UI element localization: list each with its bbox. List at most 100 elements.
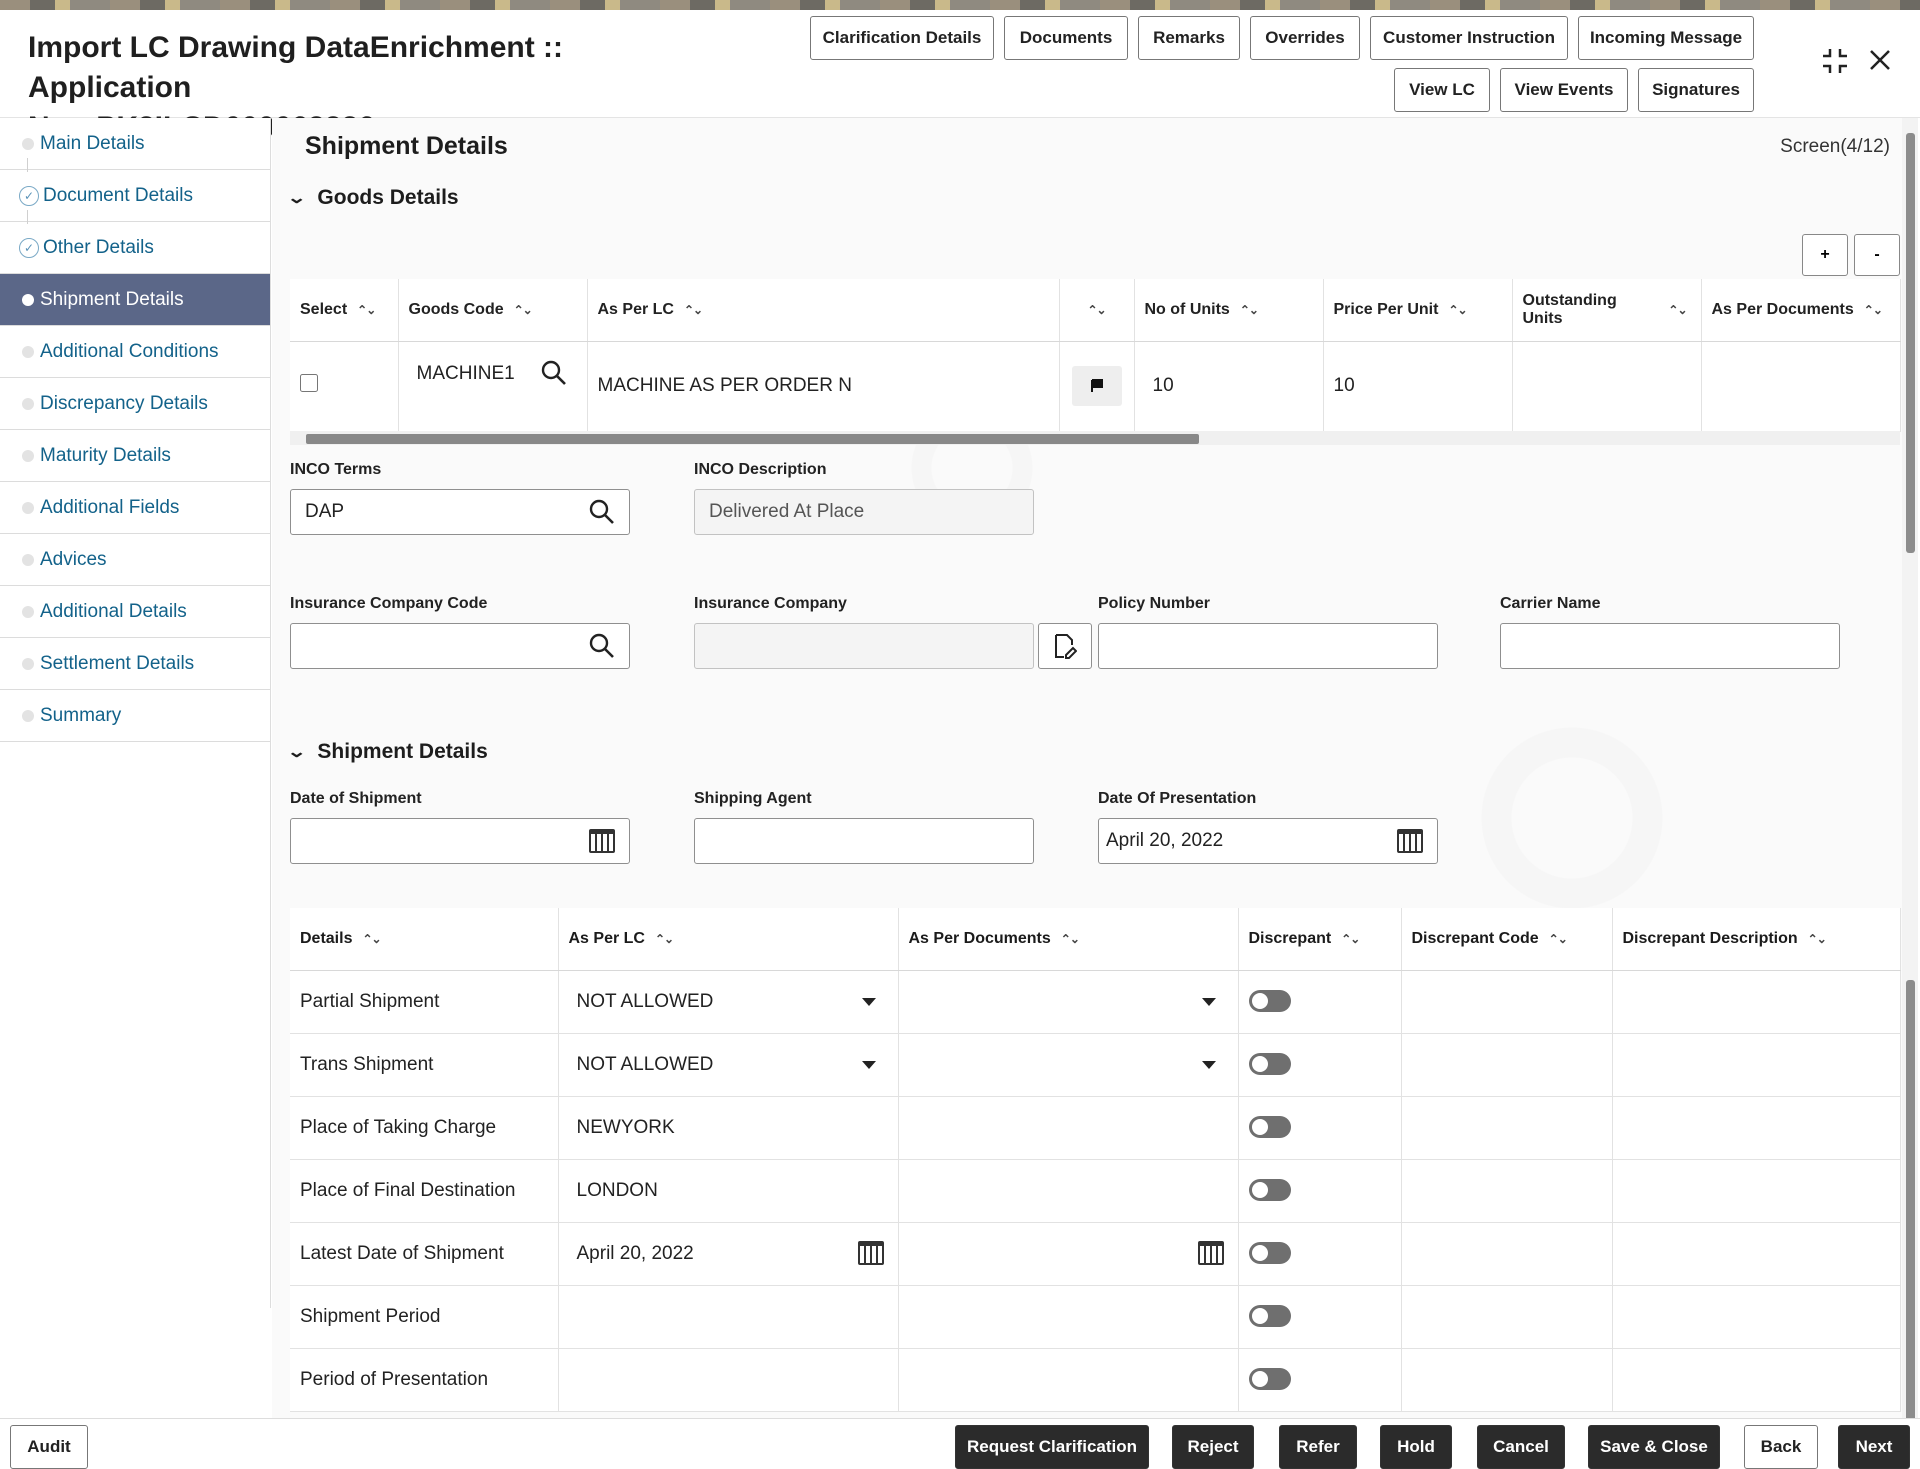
shipment-details-section-toggle[interactable]: ⌄ Shipment Details bbox=[290, 740, 488, 764]
cancel-button[interactable]: Cancel bbox=[1477, 1425, 1565, 1469]
incoming-message-button[interactable]: Incoming Message bbox=[1578, 16, 1754, 60]
sort-icon[interactable]: ⌃⌄ bbox=[1808, 932, 1826, 946]
remove-row-button[interactable]: - bbox=[1854, 234, 1900, 276]
discrepant-toggle[interactable] bbox=[1249, 1368, 1291, 1390]
discrepant-toggle[interactable] bbox=[1249, 1305, 1291, 1327]
refer-button[interactable]: Refer bbox=[1279, 1425, 1357, 1469]
audit-button[interactable]: Audit bbox=[10, 1425, 88, 1469]
back-button[interactable]: Back bbox=[1744, 1425, 1818, 1469]
overrides-button[interactable]: Overrides bbox=[1250, 16, 1360, 60]
column-header-price-per-unit[interactable]: Price Per Unit⌃⌄ bbox=[1323, 279, 1512, 341]
remarks-button[interactable]: Remarks bbox=[1138, 16, 1240, 60]
main-content[interactable]: Shipment Details Screen(4/12) ⌄ Goods De… bbox=[272, 118, 1902, 1418]
as-per-documents-cell[interactable] bbox=[898, 1096, 1238, 1159]
view-events-button[interactable]: View Events bbox=[1500, 68, 1628, 112]
sidebar-item-document-details[interactable]: ✓Document Details bbox=[0, 170, 270, 222]
scrollbar-thumb[interactable] bbox=[306, 434, 1199, 444]
column-header-discrepant[interactable]: Discrepant⌃⌄ bbox=[1238, 908, 1401, 970]
date-of-shipment-input[interactable] bbox=[290, 818, 630, 864]
column-header-outstanding-units[interactable]: Outstanding Units⌃⌄ bbox=[1512, 279, 1701, 341]
documents-button[interactable]: Documents bbox=[1004, 16, 1128, 60]
insurance-company-code-input[interactable] bbox=[290, 623, 630, 669]
column-header-discrepant-description[interactable]: Discrepant Description⌃⌄ bbox=[1612, 908, 1900, 970]
policy-number-input[interactable] bbox=[1098, 623, 1438, 669]
discrepant-toggle[interactable] bbox=[1249, 1053, 1291, 1075]
sort-icon[interactable]: ⌃⌄ bbox=[1240, 303, 1258, 317]
save-close-button[interactable]: Save & Close bbox=[1588, 1425, 1720, 1469]
sidebar-item-other-details[interactable]: ✓Other Details bbox=[0, 222, 270, 274]
sort-icon[interactable]: ⌃⌄ bbox=[1448, 303, 1466, 317]
as-per-documents-cell[interactable] bbox=[898, 1348, 1238, 1411]
column-header-as-per-lc[interactable]: As Per LC⌃⌄ bbox=[587, 279, 1059, 341]
carrier-name-input[interactable] bbox=[1500, 623, 1840, 669]
request-clarification-button[interactable]: Request Clarification bbox=[955, 1425, 1149, 1469]
search-icon[interactable] bbox=[541, 360, 567, 392]
sidebar-item-additional-details[interactable]: Additional Details bbox=[0, 586, 270, 638]
row-select-checkbox[interactable] bbox=[300, 374, 318, 392]
column-header-select[interactable]: Select⌃⌄ bbox=[290, 279, 398, 341]
as-per-lc-select[interactable]: NOT ALLOWED bbox=[558, 1033, 898, 1096]
clarification-details-button[interactable]: Clarification Details bbox=[810, 16, 994, 60]
as-per-lc-select[interactable]: NOT ALLOWED bbox=[558, 970, 898, 1033]
column-header-flag[interactable]: ⌃⌄ bbox=[1059, 279, 1134, 341]
as-per-lc-date[interactable]: April 20, 2022 bbox=[558, 1222, 898, 1285]
sort-icon[interactable]: ⌃⌄ bbox=[362, 932, 380, 946]
discrepant-toggle[interactable] bbox=[1249, 1242, 1291, 1264]
signatures-button[interactable]: Signatures bbox=[1638, 68, 1754, 112]
calendar-icon[interactable] bbox=[589, 829, 615, 853]
shipping-agent-input[interactable] bbox=[694, 818, 1034, 864]
calendar-icon[interactable] bbox=[858, 1241, 884, 1265]
reject-button[interactable]: Reject bbox=[1172, 1425, 1254, 1469]
customer-instruction-button[interactable]: Customer Instruction bbox=[1370, 16, 1568, 60]
sort-icon[interactable]: ⌃⌄ bbox=[1864, 303, 1882, 317]
as-per-documents-select[interactable] bbox=[898, 970, 1238, 1033]
sidebar-item-additional-fields[interactable]: Additional Fields bbox=[0, 482, 270, 534]
next-button[interactable]: Next bbox=[1838, 1425, 1910, 1469]
as-per-documents-select[interactable] bbox=[898, 1033, 1238, 1096]
sort-icon[interactable]: ⌃⌄ bbox=[357, 303, 375, 317]
sort-icon[interactable]: ⌃⌄ bbox=[1061, 932, 1079, 946]
discrepant-toggle[interactable] bbox=[1249, 990, 1291, 1012]
view-lc-button[interactable]: View LC bbox=[1394, 68, 1490, 112]
column-header-as-per-documents[interactable]: As Per Documents⌃⌄ bbox=[898, 908, 1238, 970]
sidebar-item-discrepancy-details[interactable]: Discrepancy Details bbox=[0, 378, 270, 430]
as-per-documents-date[interactable] bbox=[898, 1222, 1238, 1285]
discrepant-toggle[interactable] bbox=[1249, 1116, 1291, 1138]
sidebar-item-maturity-details[interactable]: Maturity Details bbox=[0, 430, 270, 482]
as-per-documents-cell[interactable] bbox=[898, 1159, 1238, 1222]
sort-icon[interactable]: ⌃⌄ bbox=[655, 932, 673, 946]
calendar-icon[interactable] bbox=[1198, 1241, 1224, 1265]
sort-icon[interactable]: ⌃⌄ bbox=[1668, 303, 1686, 317]
sidebar-item-settlement-details[interactable]: Settlement Details bbox=[0, 638, 270, 690]
edit-document-button[interactable] bbox=[1038, 623, 1092, 669]
horizontal-scrollbar[interactable] bbox=[290, 431, 1900, 445]
sort-icon[interactable]: ⌃⌄ bbox=[1341, 932, 1359, 946]
sidebar-item-advices[interactable]: Advices bbox=[0, 534, 270, 586]
column-header-goods-code[interactable]: Goods Code⌃⌄ bbox=[398, 279, 587, 341]
scrollbar-thumb[interactable] bbox=[1906, 133, 1915, 553]
search-icon[interactable] bbox=[589, 633, 615, 666]
column-header-no-of-units[interactable]: No of Units⌃⌄ bbox=[1134, 279, 1323, 341]
hold-button[interactable]: Hold bbox=[1380, 1425, 1452, 1469]
sort-icon[interactable]: ⌃⌄ bbox=[1087, 303, 1105, 317]
sidebar-item-additional-conditions[interactable]: Additional Conditions bbox=[0, 326, 270, 378]
column-header-discrepant-code[interactable]: Discrepant Code⌃⌄ bbox=[1401, 908, 1612, 970]
column-header-as-per-lc[interactable]: As Per LC⌃⌄ bbox=[558, 908, 898, 970]
as-per-documents-cell[interactable] bbox=[898, 1285, 1238, 1348]
scrollbar-thumb[interactable] bbox=[1906, 980, 1915, 1440]
sidebar-item-summary[interactable]: Summary bbox=[0, 690, 270, 742]
add-row-button[interactable]: + bbox=[1802, 234, 1848, 276]
close-icon[interactable] bbox=[1866, 46, 1894, 81]
vertical-scrollbar[interactable] bbox=[1902, 118, 1918, 1418]
search-icon[interactable] bbox=[589, 499, 615, 532]
column-header-details[interactable]: Details⌃⌄ bbox=[290, 908, 558, 970]
sidebar-item-shipment-details[interactable]: Shipment Details bbox=[0, 274, 270, 326]
flag-button[interactable] bbox=[1072, 366, 1122, 406]
sort-icon[interactable]: ⌃⌄ bbox=[1549, 932, 1567, 946]
column-header-as-per-documents[interactable]: As Per Documents⌃⌄ bbox=[1701, 279, 1900, 341]
goods-details-section-toggle[interactable]: ⌄ Goods Details bbox=[290, 186, 459, 210]
sidebar-item-main-details[interactable]: Main Details bbox=[0, 118, 270, 170]
calendar-icon[interactable] bbox=[1397, 829, 1423, 853]
collapse-icon[interactable] bbox=[1820, 46, 1850, 83]
discrepant-toggle[interactable] bbox=[1249, 1179, 1291, 1201]
